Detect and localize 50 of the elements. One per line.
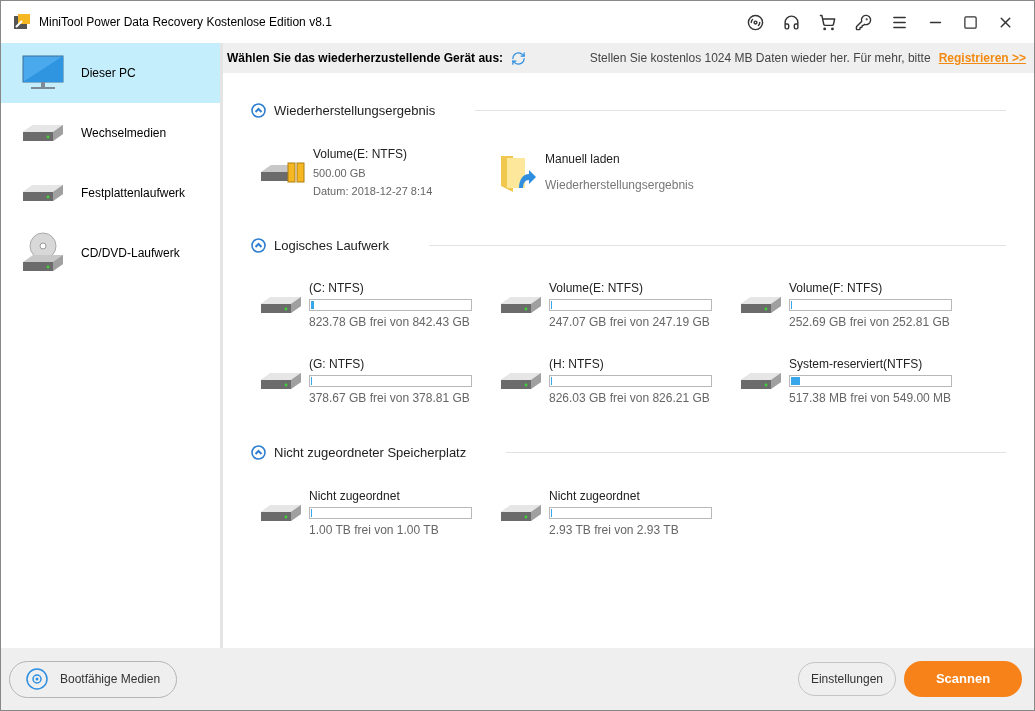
disc-icon <box>26 668 48 690</box>
sidebar-item[interactable]: Dieser PC <box>1 43 220 103</box>
section-title: Logisches Laufwerk <box>274 236 389 255</box>
free-space: 1.00 TB frei von 1.00 TB <box>309 521 440 539</box>
volume-name: (C: NTFS) <box>309 280 365 297</box>
drive-icon <box>739 370 783 392</box>
free-space: 823.78 GB frei von 842.43 GB <box>309 314 471 331</box>
volume-name: (G: NTFS) <box>309 356 366 373</box>
volume-name: Volume(F: NTFS) <box>789 280 884 297</box>
volume-name: System-reserviert(NTFS) <box>789 356 924 373</box>
maximize-icon[interactable] <box>963 14 978 30</box>
volume-name: Volume(E: NTFS) <box>549 280 645 297</box>
scan-date: Datum: 2018-12-27 8:14 <box>313 184 433 199</box>
app-logo-icon <box>13 13 31 31</box>
free-space: 378.67 GB frei von 378.81 GB <box>309 390 471 407</box>
key-icon[interactable] <box>855 13 872 31</box>
drive-icon <box>499 370 543 392</box>
headset-icon[interactable] <box>783 13 800 31</box>
cd-drive-icon <box>21 232 65 274</box>
volume-name: (H: NTFS) <box>549 356 605 373</box>
load-title[interactable]: Manuell laden <box>545 150 694 168</box>
load-subtitle: Wiederherstellungsergebnis <box>545 177 694 194</box>
volume-name: Nicht zugeordnet <box>309 487 401 505</box>
drive-icon <box>259 294 303 316</box>
free-space: 2.93 TB frei von 2.93 TB <box>549 521 680 539</box>
free-space: 252.69 GB frei von 252.81 GB <box>789 314 951 331</box>
device-prompt: Wählen Sie das wiederherzustellende Gerät aus: <box>227 50 504 67</box>
drive-icon <box>499 294 543 316</box>
drive-size: 500.00 GB <box>313 165 367 181</box>
hard-drive-icon <box>21 182 65 204</box>
drive-icon <box>259 370 303 392</box>
drive-name: Volume(E: NTFS) <box>313 145 409 163</box>
disc-icon[interactable] <box>747 13 764 31</box>
drive-icon <box>739 294 783 316</box>
free-space: 517.38 MB frei von 549.00 MB <box>789 390 952 407</box>
free-space: 826.03 GB frei von 826.21 GB <box>549 390 711 407</box>
free-space: 247.07 GB frei von 247.19 GB <box>549 314 711 331</box>
volume-name: Nicht zugeordnet <box>549 487 641 505</box>
monitor-icon <box>22 55 64 91</box>
section-title: Nicht zugeordneter Speicherplatz <box>274 444 467 462</box>
window-title: MiniTool Power Data Recovery Kostenlose Edition v8.1 <box>39 14 332 31</box>
collapse-toggle-icon[interactable] <box>251 237 266 253</box>
drive-icon <box>21 122 65 144</box>
cart-icon[interactable] <box>819 13 836 31</box>
section-title: Wiederherstellungsergebnis <box>274 102 436 120</box>
drive-result-icon <box>259 159 305 185</box>
collapse-toggle-icon[interactable] <box>251 103 266 119</box>
refresh-icon[interactable] <box>511 50 527 66</box>
free-limit-notice: Stellen Sie kostenlos 1024 MB Daten wieder her. Für mehr, bitte <box>589 50 931 67</box>
collapse-toggle-icon[interactable] <box>251 445 266 461</box>
